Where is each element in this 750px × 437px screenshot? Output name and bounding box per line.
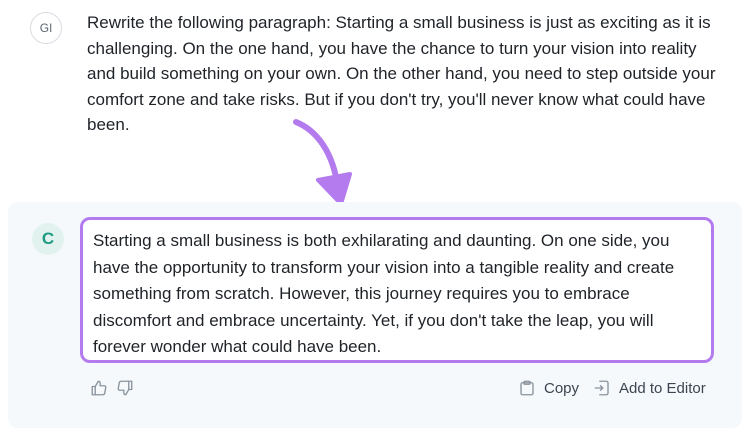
add-to-editor-label: Add to Editor bbox=[619, 379, 706, 397]
thumbs-up-button[interactable] bbox=[88, 377, 110, 399]
thumbs-down-button[interactable] bbox=[114, 377, 136, 399]
add-to-editor-button[interactable]: Add to Editor bbox=[593, 376, 706, 400]
thumbs-up-icon bbox=[91, 380, 107, 396]
user-avatar: Gl bbox=[30, 12, 62, 44]
assistant-response-box: Starting a small business is both exhila… bbox=[80, 217, 714, 363]
clipboard-icon bbox=[520, 380, 534, 396]
message-actions: Copy Add to Editor bbox=[0, 374, 750, 404]
assistant-avatar: C bbox=[32, 223, 64, 255]
copy-label: Copy bbox=[544, 379, 580, 397]
thumbs-down-icon bbox=[117, 380, 133, 396]
user-message-text: Rewrite the following paragraph: Startin… bbox=[87, 13, 716, 134]
assistant-response-text: Starting a small business is both exhila… bbox=[93, 231, 675, 356]
insert-document-icon bbox=[594, 380, 609, 396]
user-message-row: Gl Rewrite the following paragraph: Star… bbox=[0, 0, 750, 200]
copy-button[interactable]: Copy bbox=[518, 376, 579, 400]
arrow-down-icon bbox=[293, 119, 352, 206]
